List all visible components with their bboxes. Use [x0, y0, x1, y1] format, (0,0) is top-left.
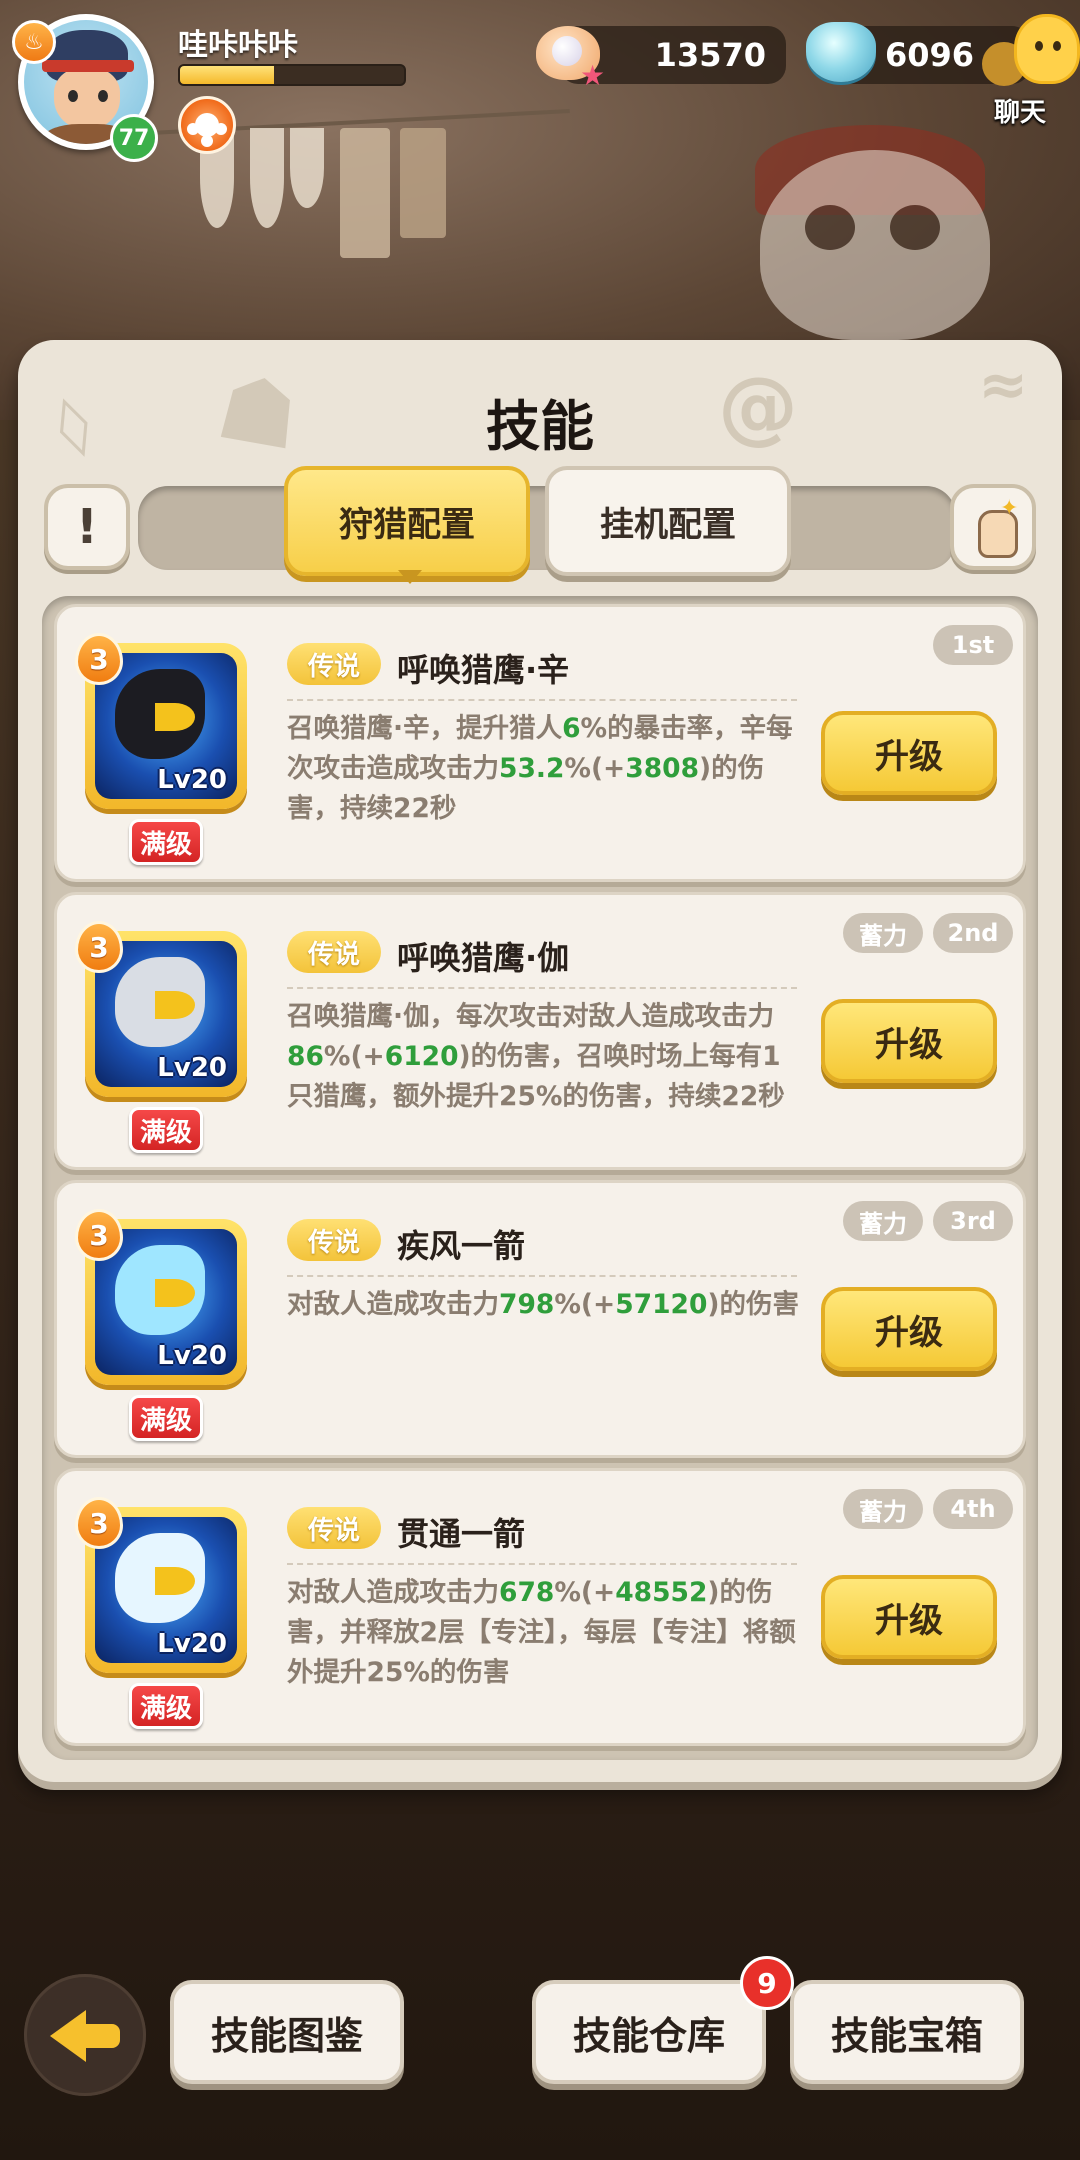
- divider: [287, 1275, 797, 1277]
- background-tooth: [250, 128, 284, 228]
- desc-segment: 召唤猎鹰·伽，每次攻击对敌人造成攻击力: [287, 1001, 775, 1032]
- desc-segment: 召唤猎鹰·辛，提升猎人: [287, 713, 563, 744]
- divider: [287, 699, 797, 701]
- desc-segment: 对敌人造成攻击力: [287, 1577, 499, 1608]
- max-level-badge: 满级: [129, 1683, 203, 1729]
- divider: [287, 1563, 797, 1565]
- max-level-badge: 满级: [129, 819, 203, 865]
- star-count-badge: 3: [75, 1497, 123, 1549]
- chat-button[interactable]: 聊天: [970, 14, 1080, 128]
- desc-segment: %(+: [554, 1289, 616, 1320]
- desc-segment: 57120: [615, 1289, 708, 1320]
- rank-flame-icon: ♨: [12, 20, 56, 64]
- charge-tag: 蓄力: [843, 1201, 923, 1241]
- player-level-badge: 77: [110, 114, 158, 162]
- skill-codex-button[interactable]: 技能图鉴: [170, 1980, 404, 2084]
- rarity-tag: 传说: [287, 643, 381, 685]
- skills-panel: ◊ ☗ @ ≈ 技能 ! 狩猎配置 挂机配置 Lv20 3 满级 传说 呼唤猎鹰…: [18, 340, 1062, 1782]
- divider: [287, 987, 797, 989]
- skill-order-tag: 3rd: [933, 1201, 1013, 1241]
- tab-hunt-config[interactable]: 狩猎配置: [284, 466, 530, 584]
- upgrade-button[interactable]: 升级: [821, 1575, 997, 1659]
- skill-name: 呼唤猎鹰·辛: [397, 651, 570, 689]
- desc-segment: %(+: [323, 1041, 385, 1072]
- skill-card[interactable]: Lv20 3 满级 传说 疾风一箭 对敌人造成攻击力798%(+57120)的伤…: [54, 1180, 1026, 1458]
- skill-level-label: Lv20: [157, 765, 227, 795]
- upgrade-button[interactable]: 升级: [821, 1287, 997, 1371]
- skill-list: Lv20 3 满级 传说 呼唤猎鹰·辛 召唤猎鹰·辛，提升猎人6%的暴击率，辛每…: [42, 596, 1038, 1760]
- desc-segment: %(+: [564, 753, 626, 784]
- skill-card[interactable]: Lv20 3 满级 传说 呼唤猎鹰·辛 召唤猎鹰·辛，提升猎人6%的暴击率，辛每…: [54, 604, 1026, 882]
- gem-amount: 6096: [884, 36, 974, 74]
- star-count-badge: 3: [75, 1209, 123, 1261]
- skill-description: 对敌人造成攻击力678%(+48552)的伤害，并释放2层【专注】，每层【专注】…: [287, 1573, 807, 1693]
- skill-icon-frame[interactable]: Lv20 3: [75, 921, 247, 1097]
- skill-name: 贯通一箭: [397, 1515, 526, 1553]
- upgrade-button[interactable]: 升级: [821, 711, 997, 795]
- skill-chest-button[interactable]: 技能宝箱: [790, 1980, 1024, 2084]
- skill-card[interactable]: Lv20 3 满级 传说 贯通一箭 对敌人造成攻击力678%(+48552)的伤…: [54, 1468, 1026, 1746]
- skill-name: 疾风一箭: [397, 1227, 526, 1265]
- skill-description: 召唤猎鹰·辛，提升猎人6%的暴击率，辛每次攻击造成攻击力53.2%(+3808)…: [287, 709, 807, 829]
- desc-segment: 798: [499, 1289, 555, 1320]
- skill-warehouse-button[interactable]: 技能仓库: [532, 1980, 766, 2084]
- hand-pointer-icon[interactable]: [950, 484, 1036, 570]
- star-count-badge: 3: [75, 921, 123, 973]
- skill-icon-frame[interactable]: Lv20 3: [75, 1497, 247, 1673]
- pearl-shell-icon: ★: [536, 18, 608, 90]
- chat-face-icon: [1014, 14, 1080, 84]
- desc-segment: 678: [499, 1577, 555, 1608]
- warehouse-notification-badge: 9: [740, 1956, 794, 2010]
- desc-segment: 6: [562, 713, 581, 744]
- paw-buff-icon[interactable]: [178, 96, 236, 154]
- player-name: 哇咔咔咔: [178, 28, 298, 63]
- desc-segment: 48552: [615, 1577, 708, 1608]
- skill-order-tag: 2nd: [933, 913, 1013, 953]
- skill-name: 呼唤猎鹰·伽: [397, 939, 570, 977]
- gem-icon: [806, 22, 876, 82]
- max-level-badge: 满级: [129, 1107, 203, 1153]
- pearl-amount: 13570: [654, 36, 766, 74]
- skill-level-label: Lv20: [157, 1341, 227, 1371]
- skill-icon-frame[interactable]: Lv20 3: [75, 1209, 247, 1385]
- background-tooth: [290, 128, 324, 208]
- star-count-badge: 3: [75, 633, 123, 685]
- desc-segment: 86: [287, 1041, 324, 1072]
- desc-segment: %(+: [554, 1577, 616, 1608]
- charge-tag: 蓄力: [843, 913, 923, 953]
- desc-segment: )的伤害: [707, 1289, 800, 1320]
- desc-segment: 3808: [625, 753, 700, 784]
- charge-tag: 蓄力: [843, 1489, 923, 1529]
- skill-order-tag: 1st: [933, 625, 1013, 665]
- panel-title: 技能: [486, 395, 594, 458]
- info-button[interactable]: !: [44, 484, 130, 570]
- skill-order-tag: 4th: [933, 1489, 1013, 1529]
- skill-level-label: Lv20: [157, 1053, 227, 1083]
- skill-card[interactable]: Lv20 3 满级 传说 呼唤猎鹰·伽 召唤猎鹰·伽，每次攻击对敌人造成攻击力 8…: [54, 892, 1026, 1170]
- tab-idle-config[interactable]: 挂机配置: [545, 466, 791, 576]
- rarity-tag: 传说: [287, 931, 381, 973]
- skill-icon-frame[interactable]: Lv20 3: [75, 633, 247, 809]
- background-hide: [400, 128, 446, 238]
- xp-bar-fill: [180, 66, 275, 84]
- max-level-badge: 满级: [129, 1395, 203, 1441]
- rarity-tag: 传说: [287, 1219, 381, 1261]
- upgrade-button[interactable]: 升级: [821, 999, 997, 1083]
- desc-segment: 对敌人造成攻击力: [287, 1289, 499, 1320]
- xp-bar: [178, 64, 406, 86]
- desc-segment: 6120: [384, 1041, 459, 1072]
- skill-description: 召唤猎鹰·伽，每次攻击对敌人造成攻击力86%(+6120)的伤害，召唤时场上每有…: [287, 997, 807, 1117]
- back-arrow-button[interactable]: [24, 1974, 146, 2096]
- desc-segment: 53.2: [499, 753, 565, 784]
- background-hide: [340, 128, 390, 258]
- chat-label: 聊天: [994, 98, 1047, 128]
- background-skull: [760, 150, 990, 340]
- skill-description: 对敌人造成攻击力798%(+57120)的伤害: [287, 1285, 807, 1325]
- rarity-tag: 传说: [287, 1507, 381, 1549]
- skill-level-label: Lv20: [157, 1629, 227, 1659]
